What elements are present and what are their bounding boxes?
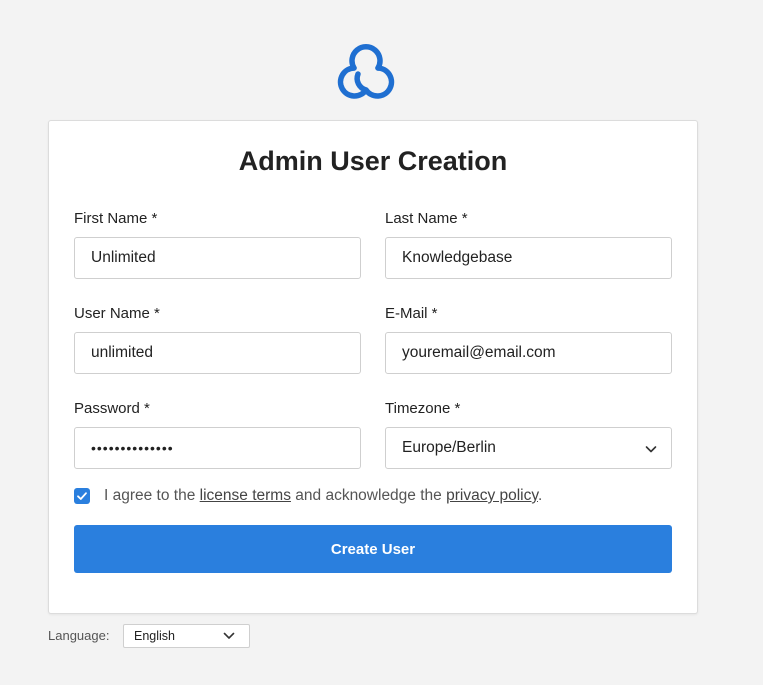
email-input[interactable]: youremail@email.com — [385, 332, 672, 374]
email-label: E-Mail * — [385, 305, 438, 322]
check-icon — [77, 492, 87, 500]
last-name-label: Last Name * — [385, 210, 468, 227]
timezone-select[interactable]: Europe/Berlin — [385, 427, 672, 469]
chevron-down-icon — [645, 446, 657, 453]
first-name-label: First Name * — [74, 210, 158, 227]
page-title: Admin User Creation — [238, 146, 508, 176]
timezone-label: Timezone * — [385, 400, 461, 417]
agreement-middle: and acknowledge the — [290, 487, 447, 504]
privacy-policy-link[interactable]: privacy policy — [446, 487, 538, 504]
create-user-button[interactable]: Create User — [74, 525, 672, 573]
user-name-label: User Name * — [74, 305, 160, 322]
last-name-input[interactable]: Knowledgebase — [385, 237, 672, 279]
agreement-suffix: . — [537, 487, 543, 504]
first-name-input[interactable]: Unlimited — [74, 237, 361, 279]
agreement-text: I agree to the license terms and acknowl… — [104, 487, 542, 505]
license-terms-link[interactable]: license terms — [200, 487, 291, 504]
password-label: Password * — [74, 400, 150, 417]
user-name-input[interactable]: unlimited — [74, 332, 361, 374]
language-label: Language: — [48, 628, 110, 643]
language-value: English — [134, 629, 175, 643]
agreement-checkbox[interactable] — [74, 488, 90, 504]
agreement-prefix: I agree to the — [104, 487, 200, 504]
language-select[interactable]: English — [123, 624, 250, 648]
chevron-down-icon — [223, 632, 235, 639]
cloud-logo-icon — [337, 44, 395, 99]
timezone-value: Europe/Berlin — [402, 439, 496, 456]
password-input[interactable]: •••••••••••••• — [74, 427, 361, 469]
